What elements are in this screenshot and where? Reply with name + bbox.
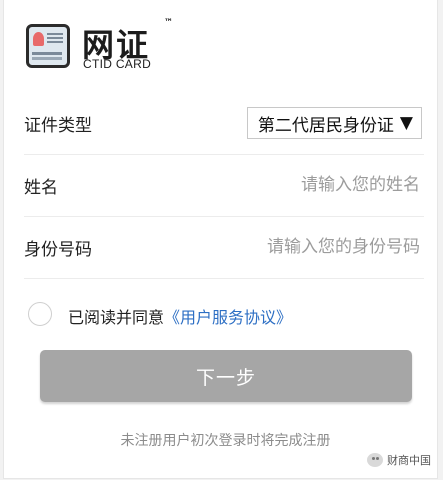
- service-agreement-link[interactable]: 《用户服务协议》: [164, 308, 292, 327]
- id-type-select[interactable]: 第二代居民身份证 ▼: [246, 107, 422, 139]
- login-card: 网证 ™ CTID CARD 证件类型 第二代居民身份证 ▼ 姓名 身份号码 已…: [3, 0, 438, 479]
- next-button[interactable]: 下一步: [40, 350, 412, 402]
- name-input[interactable]: [168, 166, 422, 204]
- id-type-row: 证件类型 第二代居民身份证 ▼: [24, 92, 424, 155]
- trademark-mark: ™: [164, 18, 173, 28]
- watermark: 财商中国: [367, 452, 431, 468]
- watermark-text: 财商中国: [387, 454, 431, 467]
- logo-subtitle: CTID CARD: [83, 57, 152, 71]
- id-number-input[interactable]: [168, 228, 422, 266]
- id-type-label: 证件类型: [24, 116, 92, 136]
- registration-hint: 未注册用户初次登录时将完成注册: [120, 433, 331, 449]
- agree-checkbox[interactable]: [28, 302, 52, 326]
- name-row: 姓名: [24, 154, 424, 217]
- id-type-value: 第二代居民身份证: [257, 115, 394, 136]
- agreement-text: 已阅读并同意《用户服务协议》: [68, 304, 292, 328]
- id-card-icon: [26, 24, 70, 68]
- agreement-prefix: 已阅读并同意: [68, 308, 165, 327]
- id-number-label: 身份号码: [24, 240, 92, 260]
- wechat-icon: [367, 453, 383, 467]
- name-label: 姓名: [24, 178, 58, 198]
- caret-down-icon: ▼: [399, 113, 413, 133]
- id-number-row: 身份号码: [24, 216, 424, 279]
